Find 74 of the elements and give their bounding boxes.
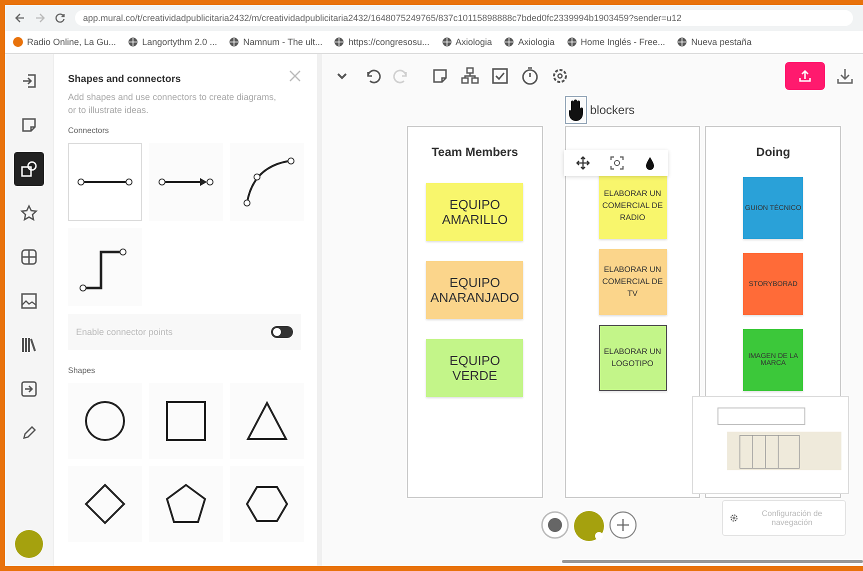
drop-icon[interactable] bbox=[644, 156, 656, 170]
panel-title: Shapes and connectors bbox=[68, 74, 181, 85]
straight-connector-icon bbox=[77, 178, 133, 186]
history-icon[interactable] bbox=[540, 510, 570, 540]
download-icon[interactable] bbox=[835, 66, 855, 86]
sticky-note[interactable]: EQUIPO ANARANJADO bbox=[426, 261, 524, 319]
share-button[interactable] bbox=[785, 62, 825, 90]
settings-icon bbox=[729, 513, 739, 523]
arrow-connector-icon bbox=[158, 178, 214, 186]
globe-icon bbox=[677, 37, 688, 47]
square-icon bbox=[164, 399, 208, 444]
bookmark[interactable]: https://congresosu... bbox=[334, 37, 430, 47]
toolbar-button[interactable] bbox=[490, 66, 510, 86]
checkbox-icon bbox=[490, 66, 510, 86]
add-icon[interactable] bbox=[608, 510, 638, 540]
back-icon[interactable] bbox=[15, 13, 25, 23]
hand-icon bbox=[567, 98, 585, 122]
radio-icon bbox=[13, 37, 23, 47]
sticky-note[interactable]: ELABORAR UN COMERCIAL DE TV bbox=[598, 249, 666, 315]
sticky-note[interactable]: ELABORAR UN COMERCIAL DE RADIO bbox=[598, 173, 666, 239]
shape-option[interactable] bbox=[68, 383, 142, 460]
grid-icon bbox=[19, 247, 39, 267]
globe-icon bbox=[442, 37, 452, 47]
sticky-note[interactable]: EQUIPO VERDE bbox=[426, 339, 524, 397]
globe-icon bbox=[334, 37, 344, 47]
toggle-label: Enable connector points bbox=[76, 327, 173, 338]
canvas-label: blockers bbox=[590, 103, 635, 117]
globe-icon bbox=[229, 37, 240, 47]
connector-option[interactable] bbox=[68, 228, 142, 306]
toolbar-button[interactable] bbox=[520, 66, 540, 86]
globe-icon bbox=[504, 37, 514, 47]
section-heading: Connectors bbox=[68, 126, 110, 136]
globe-icon bbox=[566, 37, 577, 47]
books-icon bbox=[19, 335, 39, 355]
connector-option[interactable] bbox=[230, 143, 304, 222]
bookmark[interactable]: Axiologia bbox=[504, 37, 555, 47]
bookmark[interactable]: Home Inglés - Free... bbox=[566, 37, 666, 47]
toolbar-button[interactable] bbox=[550, 66, 570, 86]
sticky-note[interactable]: EQUIPO AMARILLO bbox=[426, 183, 524, 241]
circle-icon bbox=[83, 399, 127, 444]
globe-icon bbox=[128, 37, 138, 47]
settings-icon bbox=[550, 66, 570, 86]
shape-option[interactable] bbox=[68, 466, 142, 542]
timer-icon bbox=[520, 66, 540, 86]
bookmark[interactable]: Nueva pestaña bbox=[677, 37, 752, 47]
image-icon bbox=[19, 291, 39, 311]
toolbar-button[interactable] bbox=[460, 66, 480, 86]
reload-icon[interactable] bbox=[55, 13, 65, 23]
column-title: Doing bbox=[756, 145, 790, 161]
diamond-icon bbox=[83, 482, 127, 526]
sticky-note[interactable]: ELABORAR UN LOGOTIPO bbox=[598, 325, 666, 391]
tool-button[interactable] bbox=[14, 152, 44, 186]
shape-option[interactable] bbox=[230, 383, 304, 460]
bookmark[interactable]: Radio Online, La Gu... bbox=[13, 37, 116, 47]
import-icon bbox=[19, 379, 39, 399]
diagram-icon bbox=[460, 66, 480, 86]
shapes-icon bbox=[19, 159, 39, 179]
connector-option[interactable] bbox=[149, 143, 223, 222]
address-bar[interactable]: app.mural.co/t/creatividadpublicitaria2432/m/creatividadpublicitaria2432/1648075249765/837c10115898888c7bded0fc2339994b1903459?sender=u12 bbox=[75, 10, 853, 26]
bookmark[interactable]: Langortythm 2.0 ... bbox=[128, 37, 218, 47]
shape-option[interactable] bbox=[149, 383, 223, 460]
focus-icon[interactable] bbox=[610, 156, 624, 170]
bookmark[interactable]: Axiologia bbox=[442, 37, 492, 47]
shape-option[interactable] bbox=[230, 466, 304, 542]
user-avatar[interactable] bbox=[573, 510, 605, 542]
section-heading: Shapes bbox=[68, 366, 96, 376]
star-icon bbox=[19, 203, 39, 223]
bookmark[interactable]: Namnum - The ult... bbox=[229, 37, 322, 47]
column-title: Team Members bbox=[432, 145, 518, 161]
panel-description: Add shapes and use connectors to create diagrams, or to illustrate ideas. bbox=[68, 91, 278, 116]
toggle-switch[interactable] bbox=[271, 326, 293, 338]
shape-option[interactable] bbox=[149, 466, 223, 542]
move-icon[interactable] bbox=[576, 156, 590, 170]
upload-icon bbox=[798, 69, 812, 83]
